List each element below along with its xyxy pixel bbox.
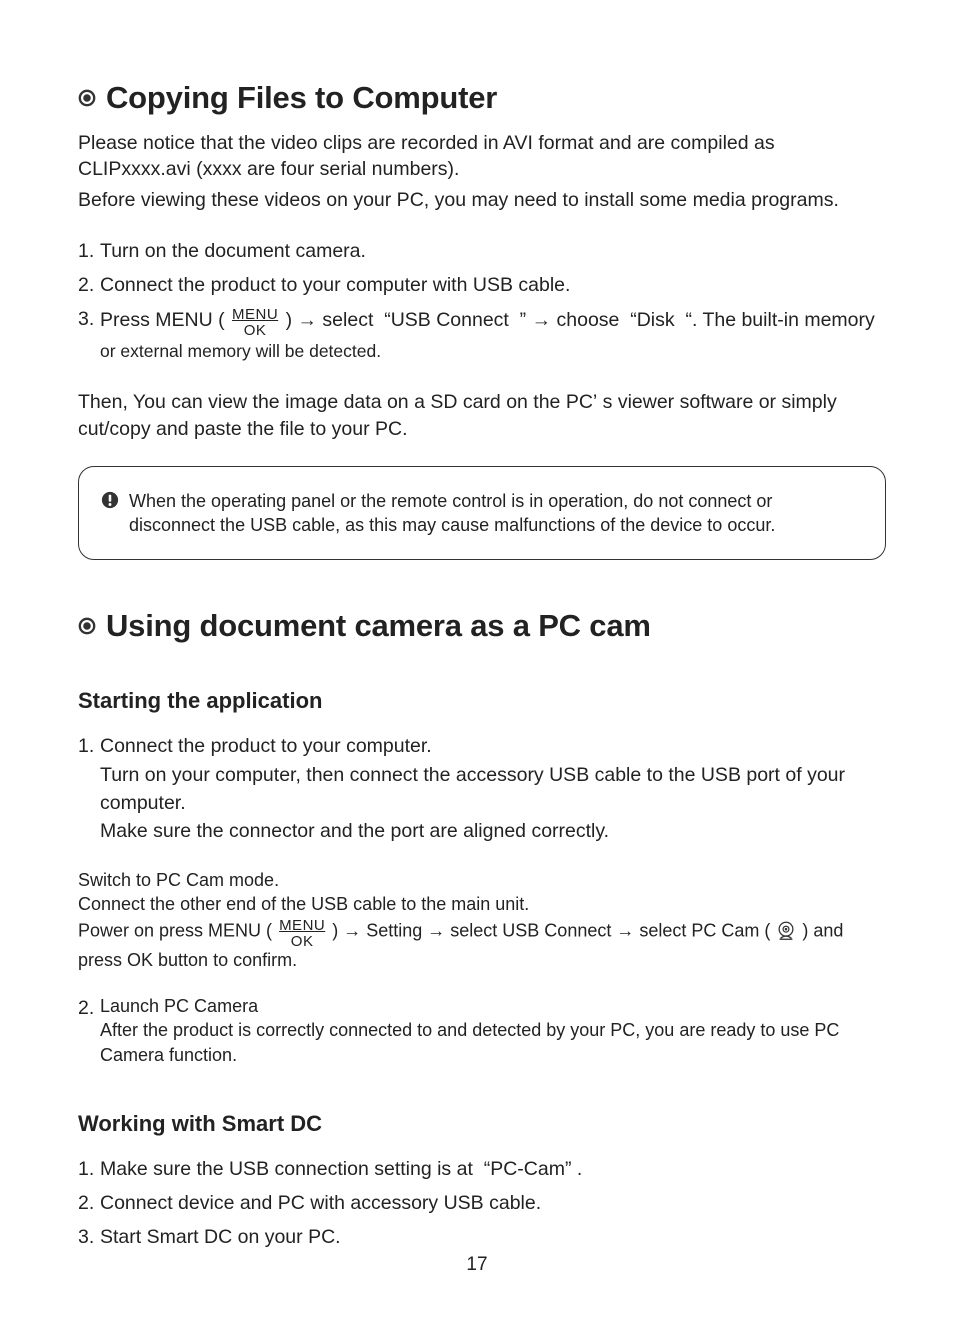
- subheading-smartdc: Working with Smart DC: [78, 1111, 886, 1137]
- step-number: 2.: [78, 994, 100, 1067]
- step3-part-b: ) → select “USB Connect ” → choose “Disk…: [280, 309, 875, 331]
- step-item: 2. Connect the product to your computer …: [78, 271, 886, 299]
- step-text: Connect the product to your computer. Tu…: [100, 732, 886, 845]
- heading-text: Using document camera as a PC cam: [106, 608, 651, 644]
- heading-text: Copying Files to Computer: [106, 80, 497, 116]
- step-text: Start Smart DC on your PC.: [100, 1223, 886, 1251]
- step-number: 2.: [78, 271, 100, 299]
- menu-ok-icon: MENUOK: [232, 307, 278, 339]
- page-number: 17: [0, 1254, 954, 1276]
- bullet-icon: [78, 89, 96, 107]
- steps-list-2: 1. Connect the product to your computer.…: [78, 732, 886, 845]
- step3-part-c: or external memory will be detected.: [100, 341, 381, 361]
- step-text: Launch PC Camera After the product is co…: [100, 994, 886, 1067]
- step3-part-a: Press MENU (: [100, 309, 230, 331]
- steps-list-3: 2. Launch PC Camera After the product is…: [78, 994, 886, 1067]
- step-number: 3.: [78, 305, 100, 365]
- step2-line2: After the product is correctly connected…: [100, 1020, 839, 1064]
- step-text: Press MENU ( MENUOK ) → select “USB Conn…: [100, 305, 886, 365]
- step-text: Make sure the USB connection setting is …: [100, 1155, 886, 1183]
- step-item: 3. Press MENU ( MENUOK ) → select “USB C…: [78, 305, 886, 365]
- step-item: 1. Turn on the document camera.: [78, 237, 886, 265]
- menu-ok-icon: MENUOK: [279, 918, 325, 950]
- then-paragraph: Then, You can view the image data on a S…: [78, 389, 886, 442]
- intro-paragraph-2: Before viewing these videos on your PC, …: [78, 187, 886, 213]
- step-item: 1. Make sure the USB connection setting …: [78, 1155, 886, 1183]
- section-heading-copying: Copying Files to Computer: [78, 80, 886, 116]
- step1-line1: Connect the product to your computer.: [100, 735, 432, 757]
- step-text: Connect device and PC with accessory USB…: [100, 1189, 886, 1217]
- step-item: 3. Start Smart DC on your PC.: [78, 1223, 886, 1251]
- steps-list-1: 1. Turn on the document camera. 2. Conne…: [78, 237, 886, 365]
- intro-paragraph-1: Please notice that the video clips are r…: [78, 130, 886, 183]
- switch-line3: Power on press MENU ( MENUOK ) → Setting…: [78, 916, 886, 948]
- step-item: 2. Connect device and PC with accessory …: [78, 1189, 886, 1217]
- callout-text: When the operating panel or the remote c…: [129, 489, 857, 538]
- bullet-icon: [78, 617, 96, 635]
- section-heading-pccam: Using document camera as a PC cam: [78, 608, 886, 644]
- switch-line4: press OK button to confirm.: [78, 948, 886, 972]
- step-text: Turn on the document camera.: [100, 237, 886, 265]
- subheading-starting: Starting the application: [78, 688, 886, 714]
- steps-list-smartdc: 1. Make sure the USB connection setting …: [78, 1155, 886, 1252]
- switch-line2: Connect the other end of the USB cable t…: [78, 892, 886, 916]
- step-number: 3.: [78, 1223, 100, 1251]
- step-text: Connect the product to your computer wit…: [100, 271, 886, 299]
- step1-line2: Turn on your computer, then connect the …: [100, 764, 845, 814]
- step-item: 1. Connect the product to your computer.…: [78, 732, 886, 845]
- step1-line3: Make sure the connector and the port are…: [100, 820, 609, 842]
- step-number: 2.: [78, 1189, 100, 1217]
- switch-line1: Switch to PC Cam mode.: [78, 868, 886, 892]
- step2-line1: Launch PC Camera: [100, 996, 258, 1016]
- step-number: 1.: [78, 237, 100, 265]
- step-number: 1.: [78, 1155, 100, 1183]
- exclamation-icon: [101, 491, 119, 509]
- step-item: 2. Launch PC Camera After the product is…: [78, 994, 886, 1067]
- warning-callout: When the operating panel or the remote c…: [78, 466, 886, 561]
- step-number: 1.: [78, 732, 100, 845]
- webcam-icon: [775, 920, 797, 942]
- switch-block: Switch to PC Cam mode. Connect the other…: [78, 868, 886, 972]
